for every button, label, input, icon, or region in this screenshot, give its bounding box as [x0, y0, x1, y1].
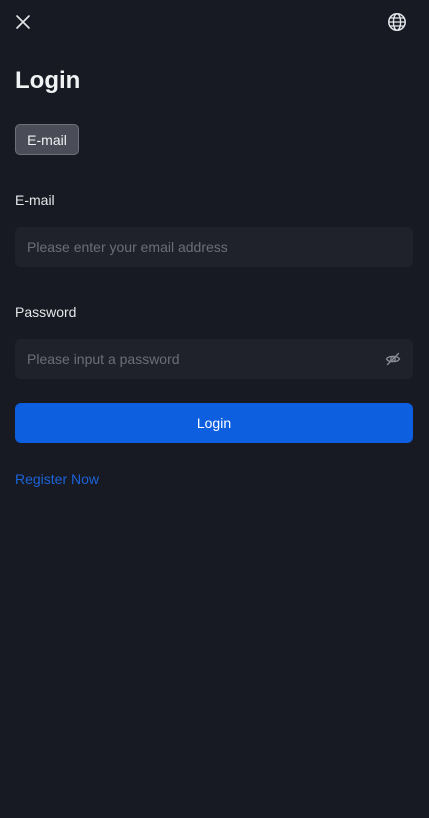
login-page: Login E-mail E-mail Password Login Regis…: [0, 0, 429, 818]
register-now-link[interactable]: Register Now: [15, 470, 99, 488]
eye-off-icon: [385, 352, 401, 366]
login-button[interactable]: Login: [15, 403, 413, 443]
email-field-wrapper: [15, 227, 413, 267]
email-field[interactable]: [15, 227, 413, 267]
password-label: Password: [15, 304, 77, 320]
email-label: E-mail: [15, 192, 55, 208]
password-field-wrapper: [15, 339, 413, 379]
password-field[interactable]: [15, 339, 413, 379]
globe-icon: [388, 13, 406, 31]
close-button[interactable]: [13, 12, 33, 32]
top-bar: [0, 0, 429, 44]
page-title: Login: [15, 67, 81, 94]
language-button[interactable]: [386, 11, 408, 33]
close-icon: [16, 15, 30, 29]
tab-email[interactable]: E-mail: [15, 124, 79, 155]
toggle-password-visibility-button[interactable]: [384, 350, 402, 368]
